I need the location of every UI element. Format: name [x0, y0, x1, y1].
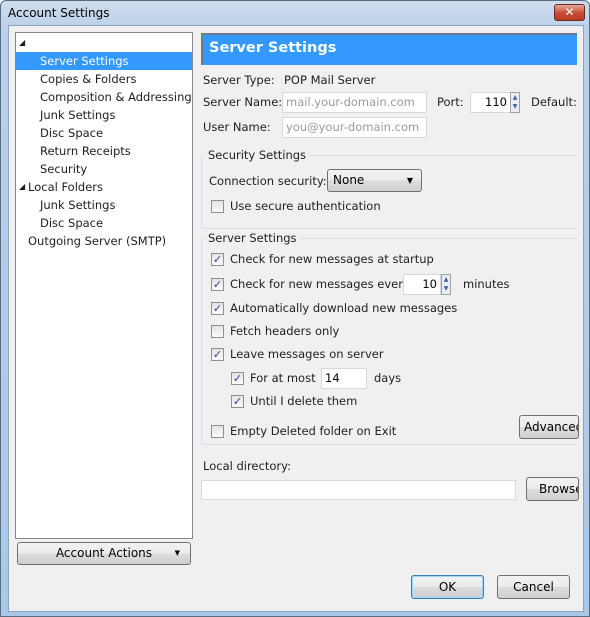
connection-security-label: Connection security:: [209, 174, 327, 188]
leave-on-server-checkbox[interactable]: ✓: [211, 348, 224, 361]
tree-item-label: Disc Space: [40, 126, 104, 140]
tree-item-label: Return Receipts: [40, 144, 131, 158]
account-tree[interactable]: ◢ Server Settings Copies & Folders Composit…: [15, 32, 193, 539]
tree-item[interactable]: Junk Settings: [16, 106, 192, 124]
days-input[interactable]: 14: [321, 368, 367, 389]
auto-download-checkbox[interactable]: ✓: [211, 302, 224, 315]
local-directory-label: Local directory:: [203, 459, 291, 473]
for-at-most-checkbox[interactable]: ✓: [231, 372, 244, 385]
page-title: Server Settings: [201, 33, 577, 65]
tree-item-label: Junk Settings: [40, 198, 116, 212]
connection-security-value: None: [333, 173, 365, 187]
account-actions-button[interactable]: Account Actions ▼: [17, 542, 191, 565]
secure-auth-checkbox[interactable]: [211, 200, 224, 213]
chevron-down-icon: ▼: [406, 176, 413, 185]
security-settings-group: [201, 155, 577, 229]
tree-item-label: Local Folders: [28, 180, 103, 194]
port-spinner[interactable]: ▲ ▼: [510, 92, 520, 113]
tree-item[interactable]: Copies & Folders: [16, 70, 192, 88]
account-actions-label: Account Actions: [55, 546, 153, 560]
expand-triangle-icon[interactable]: ◢: [19, 178, 25, 196]
security-settings-legend: Security Settings: [205, 148, 310, 162]
minutes-label: minutes: [463, 277, 510, 291]
tree-item-label: Disc Space: [40, 216, 104, 230]
tree-item-label: Server Settings: [40, 54, 129, 68]
check-startup-label: Check for new messages at startup: [230, 252, 434, 266]
tree-item-label: Composition & Addressing: [40, 90, 192, 104]
tree-item-label: Copies & Folders: [40, 72, 137, 86]
tree-item[interactable]: ◢ Local Folders: [16, 178, 192, 196]
check-interval-input[interactable]: 10: [403, 274, 441, 295]
user-name-input[interactable]: you@your-domain.com: [282, 117, 427, 138]
port-label: Port:: [437, 95, 464, 109]
advanced-button[interactable]: Advanced...: [519, 415, 579, 439]
tree-item[interactable]: Return Receipts: [16, 142, 192, 160]
default-label: Default:: [531, 95, 577, 109]
tree-item[interactable]: Security: [16, 160, 192, 178]
server-type-label: Server Type:: [203, 73, 275, 87]
close-icon[interactable]: ✕: [554, 4, 585, 21]
empty-deleted-label: Empty Deleted folder on Exit: [230, 424, 397, 438]
tree-item-label: Outgoing Server (SMTP): [28, 234, 167, 248]
check-startup-checkbox[interactable]: ✓: [211, 253, 224, 266]
tree-item[interactable]: Disc Space: [16, 124, 192, 142]
window-title: Account Settings: [8, 6, 110, 20]
for-at-most-label: For at most: [250, 371, 316, 385]
server-settings-group: [201, 238, 577, 445]
headers-only-checkbox[interactable]: [211, 325, 224, 338]
server-settings-legend: Server Settings: [205, 231, 300, 245]
headers-only-label: Fetch headers only: [230, 324, 340, 338]
server-type-value: POP Mail Server: [284, 73, 376, 87]
connection-security-select[interactable]: None ▼: [327, 169, 422, 192]
port-input[interactable]: 110: [470, 92, 511, 113]
tree-item[interactable]: Disc Space: [16, 214, 192, 232]
days-label: days: [374, 371, 402, 385]
tree-item-label: Security: [40, 162, 88, 176]
until-delete-checkbox[interactable]: ✓: [231, 395, 244, 408]
auto-download-label: Automatically download new messages: [230, 301, 458, 315]
server-name-label: Server Name:: [203, 95, 283, 109]
ok-button[interactable]: OK: [411, 575, 484, 599]
check-every-checkbox[interactable]: ✓: [211, 278, 224, 291]
tree-item-label: Junk Settings: [40, 108, 116, 122]
server-name-input[interactable]: mail.your-domain.com: [282, 92, 427, 113]
tree-item[interactable]: Server Settings: [16, 52, 192, 70]
tree-item[interactable]: Outgoing Server (SMTP): [16, 232, 192, 250]
secure-auth-label: Use secure authentication: [230, 199, 381, 213]
expand-triangle-icon[interactable]: ◢: [19, 34, 25, 52]
check-every-label: Check for new messages every: [230, 277, 410, 291]
cancel-button[interactable]: Cancel: [497, 575, 570, 599]
user-name-label: User Name:: [203, 120, 271, 134]
browse-button[interactable]: Browse...: [526, 477, 579, 501]
tree-item[interactable]: ◢: [16, 34, 192, 52]
check-interval-spinner[interactable]: ▲ ▼: [441, 274, 451, 295]
empty-deleted-checkbox[interactable]: [211, 425, 224, 438]
until-delete-label: Until I delete them: [250, 394, 358, 408]
tree-item[interactable]: Junk Settings: [16, 196, 192, 214]
dropdown-arrow-icon: ▼: [174, 549, 180, 557]
local-directory-input[interactable]: [201, 480, 516, 500]
tree-item[interactable]: Composition & Addressing: [16, 88, 192, 106]
leave-on-server-label: Leave messages on server: [230, 347, 384, 361]
